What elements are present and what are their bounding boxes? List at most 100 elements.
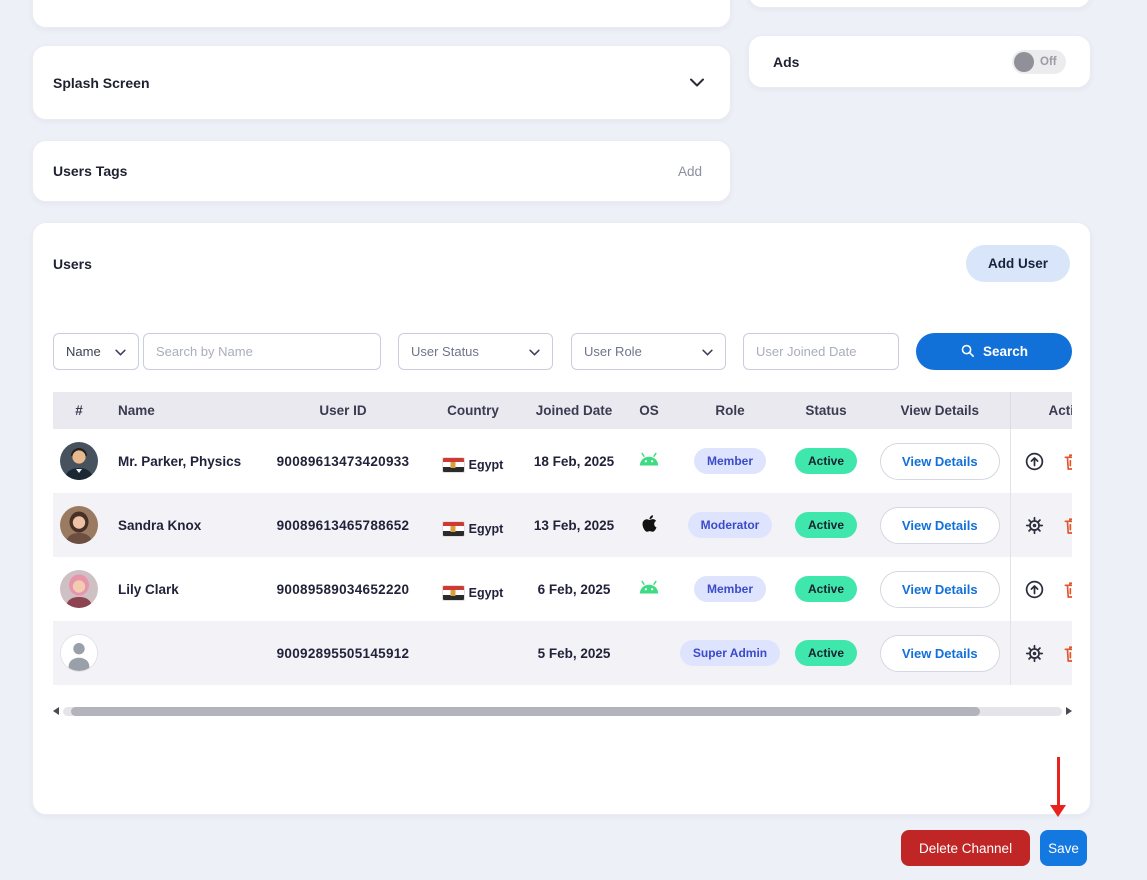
user-role-label: User Role [584,344,642,359]
joined-date: 6 Feb, 2025 [528,557,620,621]
egypt-flag-icon [443,586,464,600]
add-user-button[interactable]: Add User [966,245,1070,282]
col-header-name: Name [105,392,268,429]
save-button[interactable]: Save [1040,830,1087,866]
scroll-left-arrow-icon[interactable] [53,707,59,715]
horizontal-scrollbar[interactable] [53,704,1072,718]
col-header-country: Country [418,392,528,429]
top-right-card-partial [748,0,1091,8]
toggle-knob-icon [1014,52,1034,72]
delete-user-icon[interactable] [1062,579,1072,600]
search-icon [960,343,975,361]
country-label: Egypt [469,586,504,600]
users-table-container: # Name User ID Country Joined Date OS Ro… [53,392,1072,685]
chevron-down-icon [115,344,126,359]
chevron-down-icon [529,344,540,359]
user-id: 90092895505145912 [268,621,418,685]
promote-user-icon[interactable] [1024,579,1045,600]
name-filter-label: Name [66,344,101,359]
view-details-button[interactable]: View Details [880,635,1000,672]
delete-user-icon[interactable] [1062,643,1072,664]
status-badge: Active [795,576,857,602]
role-badge: Super Admin [680,640,780,666]
table-row: Mr. Parker, Physics 90089613473420933 Eg… [53,429,1072,493]
users-section-title: Users [53,256,92,272]
user-avatar-placeholder [60,634,98,672]
egypt-flag-icon [443,458,464,472]
promote-user-icon[interactable] [1024,451,1045,472]
col-header-os: OS [620,392,678,429]
col-header-user-id: User ID [268,392,418,429]
user-settings-gear-icon[interactable] [1024,643,1045,664]
top-card-partial [32,0,731,28]
role-badge: Moderator [688,512,773,538]
splash-screen-title: Splash Screen [53,75,150,91]
table-row: Lily Clark 90089589034652220 Egypt 6 Feb… [53,557,1072,621]
view-details-button[interactable]: View Details [880,443,1000,480]
country-label: Egypt [469,458,504,472]
search-button[interactable]: Search [916,333,1072,370]
status-badge: Active [795,640,857,666]
chevron-down-icon [702,344,713,359]
users-tags-card: Users Tags Add [32,140,731,202]
joined-date: 18 Feb, 2025 [528,429,620,493]
add-tag-button[interactable]: Add [678,164,702,179]
joined-date: 13 Feb, 2025 [528,493,620,557]
view-details-button[interactable]: View Details [880,571,1000,608]
table-row: 90092895505145912 5 Feb, 2025 Super Admi… [53,621,1072,685]
col-header-actions: Actions [1010,392,1072,429]
user-avatar [60,570,98,608]
users-tags-title: Users Tags [53,163,127,179]
user-status-select[interactable]: User Status [398,333,553,370]
col-header-status: Status [782,392,870,429]
android-icon [638,455,660,470]
search-button-label: Search [983,344,1028,359]
user-avatar [60,442,98,480]
country-label: Egypt [469,522,504,536]
os-cell-empty [620,621,678,685]
delete-user-icon[interactable] [1062,451,1072,472]
table-row: Sandra Knox 90089613465788652 Egypt 13 F… [53,493,1072,557]
role-badge: Member [694,448,766,474]
apple-icon [642,521,657,536]
ads-card: Ads Off [748,35,1091,88]
col-header-joined-date: Joined Date [528,392,620,429]
user-id: 90089589034652220 [268,557,418,621]
user-status-label: User Status [411,344,479,359]
col-header-role: Role [678,392,782,429]
search-by-name-input[interactable] [143,333,381,370]
col-header-index: # [53,392,105,429]
user-avatar [60,506,98,544]
user-settings-gear-icon[interactable] [1024,515,1045,536]
toggle-state-label: Off [1040,56,1057,68]
users-table: # Name User ID Country Joined Date OS Ro… [53,392,1072,685]
user-name [105,621,268,685]
status-badge: Active [795,512,857,538]
role-badge: Member [694,576,766,602]
user-name: Lily Clark [105,557,268,621]
joined-date: 5 Feb, 2025 [528,621,620,685]
name-filter-select[interactable]: Name [53,333,139,370]
delete-channel-button[interactable]: Delete Channel [901,830,1030,866]
country-cell-empty [418,621,528,685]
ads-label: Ads [773,54,799,70]
user-role-select[interactable]: User Role [571,333,726,370]
android-icon [638,583,660,598]
scrollbar-track[interactable] [63,707,1062,716]
table-header-row: # Name User ID Country Joined Date OS Ro… [53,392,1072,429]
user-name: Sandra Knox [105,493,268,557]
user-joined-date-input[interactable] [743,333,899,370]
splash-screen-card[interactable]: Splash Screen [32,45,731,120]
status-badge: Active [795,448,857,474]
scrollbar-thumb[interactable] [71,707,980,716]
view-details-button[interactable]: View Details [880,507,1000,544]
users-card: Users Add User Name User Status User Rol… [32,222,1091,815]
user-id: 90089613465788652 [268,493,418,557]
user-name: Mr. Parker, Physics [105,429,268,493]
scroll-right-arrow-icon[interactable] [1066,707,1072,715]
ads-toggle[interactable]: Off [1012,50,1066,74]
delete-user-icon[interactable] [1062,515,1072,536]
chevron-down-icon [690,75,704,90]
filter-bar: Name User Status User Role Search [53,333,1072,370]
user-id: 90089613473420933 [268,429,418,493]
